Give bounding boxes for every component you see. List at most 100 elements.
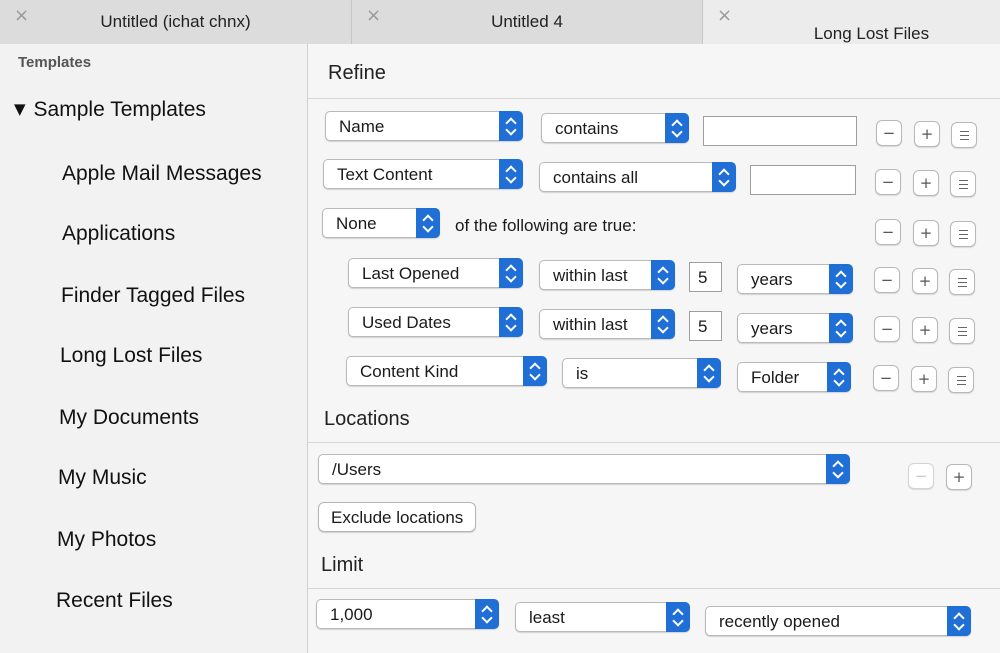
criteria-attribute-popup[interactable]: Content Kind [346,356,547,386]
remove-location-button[interactable]: − [908,463,934,489]
criteria-operator-popup[interactable]: within last [539,309,675,339]
popup-value: Last Opened [362,264,460,283]
remove-criteria-button[interactable]: − [875,219,901,245]
criteria-attribute-popup[interactable]: Last Opened [348,258,523,288]
criteria-unit-popup[interactable]: years [737,264,853,294]
menu-icon [958,335,967,336]
add-criteria-button[interactable]: + [912,268,938,294]
exclude-locations-button[interactable]: Exclude locations [318,502,477,532]
limit-mode-popup[interactable]: least [515,602,690,632]
menu-icon [960,139,969,140]
group-criteria-label: of the following are true: [455,216,637,235]
remove-criteria-button[interactable]: − [873,365,899,391]
nested-criteria-button[interactable] [949,318,975,344]
menu-icon [959,234,968,235]
popup-arrows-icon [651,309,675,339]
sidebar-item-applications[interactable]: Applications [62,222,175,246]
close-icon[interactable]: × [717,7,732,25]
add-criteria-button[interactable]: + [913,170,939,196]
sidebar-item-my-photos[interactable]: My Photos [57,528,156,552]
popup-arrows-icon [697,358,721,388]
criteria-number-field[interactable]: 5 [689,311,722,341]
popup-value: is [576,364,589,383]
nested-criteria-button[interactable] [950,171,976,197]
menu-icon [958,278,967,279]
add-criteria-button[interactable]: + [912,317,938,343]
sidebar-item-my-documents[interactable]: My Documents [59,406,199,430]
location-path-popup[interactable]: /Users [318,454,850,484]
popup-value: within last [553,266,628,285]
tab-long-lost-files[interactable]: × Long Lost Files [703,0,1000,44]
menu-icon [958,282,967,283]
add-criteria-button[interactable]: + [913,220,939,246]
add-criteria-button[interactable]: + [911,366,937,392]
tab-bar: × Untitled (ichat chnx) × Untitled 4 × L… [0,0,1000,44]
nested-criteria-button[interactable] [951,122,977,148]
popup-value: contains all [553,168,639,187]
tab-untitled-4[interactable]: × Untitled 4 [352,0,703,44]
menu-icon [957,380,966,381]
popup-value: /Users [332,460,382,479]
remove-criteria-button[interactable]: − [874,316,900,342]
tab-untitled-ichat[interactable]: × Untitled (ichat chnx) [0,0,352,44]
limit-criteria-popup[interactable]: recently opened [705,606,971,636]
sidebar-item-apple-mail-messages[interactable]: Apple Mail Messages [62,162,262,186]
nested-criteria-button[interactable] [948,367,974,393]
popup-value: within last [553,315,628,334]
popup-arrows-icon [499,111,523,141]
limit-section-title: Limit [321,554,364,576]
criteria-unit-popup[interactable]: years [737,313,853,343]
limit-count-popup[interactable]: 1,000 [316,599,499,629]
criteria-operator-popup[interactable]: is [562,358,721,388]
sidebar-item-long-lost-files[interactable]: Long Lost Files [60,344,202,368]
criteria-attribute-popup[interactable]: Used Dates [348,307,523,337]
sidebar-item-my-music[interactable]: My Music [58,466,147,490]
criteria-operator-popup[interactable]: contains [541,113,689,143]
field-value: 5 [698,317,708,336]
popup-value: Folder [751,368,800,387]
popup-arrows-icon [827,362,851,392]
popup-arrows-icon [475,599,499,629]
sidebar-item-recent-files[interactable]: Recent Files [56,589,173,613]
criteria-attribute-popup[interactable]: Name [325,111,523,141]
criteria-group-popup[interactable]: None [322,208,440,238]
nested-criteria-button[interactable] [950,221,976,247]
popup-value: 1,000 [330,605,373,624]
remove-criteria-button[interactable]: − [874,267,900,293]
popup-arrows-icon [499,159,523,189]
add-location-button[interactable]: + [946,464,972,490]
tab-title: Untitled 4 [491,12,563,31]
menu-icon [959,230,968,231]
criteria-operator-popup[interactable]: within last [539,260,675,290]
menu-icon [958,286,967,287]
menu-icon [957,384,966,385]
criteria-attribute-popup[interactable]: Text Content [323,159,523,189]
sidebar-item-finder-tagged-files[interactable]: Finder Tagged Files [61,284,245,308]
popup-arrows-icon [499,258,523,288]
popup-arrows-icon [826,454,850,484]
locations-section-title: Locations [324,408,410,430]
menu-icon [958,327,967,328]
criteria-value-field[interactable] [750,165,856,195]
popup-arrows-icon [416,208,440,238]
nested-criteria-button[interactable] [949,269,975,295]
criteria-unit-popup[interactable]: Folder [737,362,851,392]
sidebar-group-sample-templates[interactable]: ▼ Sample Templates [14,98,206,122]
remove-criteria-button[interactable]: − [876,120,902,146]
popup-value: years [751,319,793,338]
remove-criteria-button[interactable]: − [875,169,901,195]
criteria-value-field[interactable] [703,116,857,146]
criteria-operator-popup[interactable]: contains all [539,162,736,192]
menu-icon [960,135,969,136]
criteria-number-field[interactable]: 5 [689,262,722,292]
search-editor: Refine Name contains − + Text Content co… [308,44,1000,653]
popup-arrows-icon [829,313,853,343]
popup-value: Used Dates [362,313,451,332]
popup-value: recently opened [719,612,840,631]
disclosure-triangle-icon[interactable]: ▼ [14,100,26,118]
popup-value: Text Content [337,165,433,184]
add-criteria-button[interactable]: + [914,121,940,147]
popup-arrows-icon [829,264,853,294]
sidebar-heading: Templates [18,54,92,71]
popup-value: least [529,608,565,627]
